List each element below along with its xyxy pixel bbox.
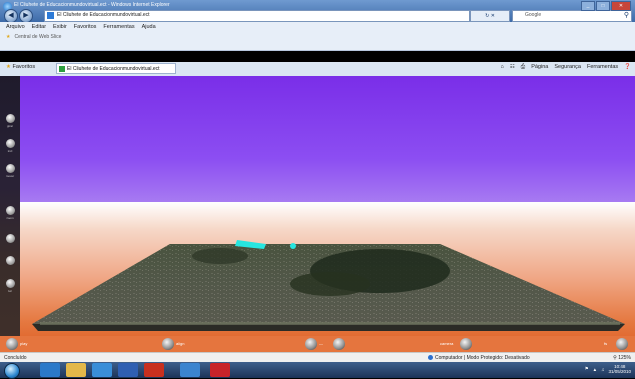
- menu-list: Arquivo Editar Exibir Favoritos Ferramen…: [6, 24, 156, 30]
- forward-button[interactable]: ▶: [19, 9, 33, 23]
- bottom-control-3-sep: —: [319, 341, 323, 346]
- protected-mode-status[interactable]: Computador | Modo Protegido: Desativado: [428, 355, 530, 361]
- bottom-control-2-label: align: [176, 341, 185, 346]
- feeds-icon[interactable]: ☷: [510, 64, 515, 71]
- favorites-label: Favoritos: [12, 64, 36, 70]
- suggested-sites[interactable]: ★ Central de Web Slice: [6, 34, 61, 40]
- light-label: luz: [8, 289, 12, 293]
- status-text: Concluído: [4, 355, 27, 361]
- zoom-text: 125%: [618, 355, 631, 361]
- tilt-label: incl: [7, 149, 13, 153]
- security-menu[interactable]: Segurança: [554, 64, 581, 71]
- terrain-edge: [32, 324, 625, 331]
- menu-editar[interactable]: Editar: [32, 24, 46, 30]
- bottom-control-1-label: play: [20, 341, 28, 346]
- back-button[interactable]: ◀: [4, 9, 18, 23]
- star-icon: ★: [6, 34, 11, 40]
- bottom-control-3a[interactable]: [305, 338, 317, 350]
- move-label: mover: [5, 174, 15, 178]
- rotate-control[interactable]: [6, 114, 15, 123]
- window-controls: _ □ ✕: [581, 1, 631, 11]
- favorites-bar: ★ Favoritos El Cliuhete de Educacionmund…: [0, 62, 635, 77]
- zoom-label: zoom: [6, 216, 14, 220]
- forest-area-3: [192, 248, 248, 264]
- bottom-control-4-label: camera: [440, 341, 454, 346]
- tab-favicon: [59, 66, 65, 72]
- search-box[interactable]: Google ⚲: [512, 10, 632, 22]
- bottom-control-2[interactable]: [162, 338, 174, 350]
- menu-exibir[interactable]: Exibir: [53, 24, 67, 30]
- terrain-map[interactable]: [0, 76, 635, 352]
- system-tray: ⚑ ▲ ♫ 10:48 31/05/2010: [585, 364, 631, 374]
- view-control-1[interactable]: [6, 234, 15, 243]
- map-credit-strip: [40, 322, 620, 325]
- zoom-level[interactable]: ⚲ 125%: [613, 355, 631, 361]
- menu-ferramentas[interactable]: Ferramentas: [103, 24, 134, 30]
- search-icon[interactable]: ⚲: [624, 11, 629, 19]
- taskbar-app-word[interactable]: [118, 363, 138, 377]
- move-control[interactable]: [6, 164, 15, 173]
- taskbar: ⚑ ▲ ♫ 10:48 31/05/2010: [0, 362, 635, 379]
- maximize-button[interactable]: □: [596, 1, 610, 11]
- computer-icon: [428, 355, 433, 361]
- favorites-star-icon: ★: [6, 64, 11, 70]
- home-icon[interactable]: ⌂: [501, 64, 504, 71]
- flag-icon[interactable]: ⚑: [585, 366, 589, 372]
- tilt-control[interactable]: [6, 139, 15, 148]
- command-bar: ⌂ ☷ ⎙ Página Segurança Ferramentas ❓: [501, 64, 631, 71]
- zoom-icon: ⚲: [613, 355, 617, 361]
- print-icon[interactable]: ⎙: [521, 64, 525, 71]
- taskbar-app-ie-active[interactable]: [180, 363, 200, 377]
- taskbar-app-folder[interactable]: [66, 363, 86, 377]
- suggestion-text: Central de Web Slice: [14, 34, 62, 40]
- view-control-3[interactable]: [6, 279, 15, 288]
- left-control-strip: girar incl mover zoom luz: [0, 76, 20, 352]
- address-url: El Cliuhete de Educacionmundovirtual.ect: [57, 12, 150, 18]
- tab-title: El Cliuhete de Educacionmundovirtual.ect: [67, 66, 160, 72]
- cyan-marker-2[interactable]: [290, 243, 296, 249]
- taskbar-app-mcafee[interactable]: [210, 363, 230, 377]
- address-tools[interactable]: ↻ ✕: [470, 10, 510, 22]
- address-bar[interactable]: El Cliuhete de Educacionmundovirtual.ect: [44, 10, 470, 22]
- close-button[interactable]: ✕: [611, 1, 631, 11]
- tools-menu[interactable]: Ferramentas: [587, 64, 618, 71]
- bottom-control-4[interactable]: [460, 338, 472, 350]
- clock-date: 31/05/2010: [608, 369, 631, 374]
- bottom-control-1[interactable]: [6, 338, 18, 350]
- browser-tab[interactable]: El Cliuhete de Educacionmundovirtual.ect: [56, 63, 176, 74]
- minimize-button[interactable]: _: [581, 1, 595, 11]
- view-control-2[interactable]: [6, 256, 15, 265]
- taskbar-app-acrobat[interactable]: [144, 363, 164, 377]
- window-title: El Cliuhete de Educacionmundovirtual.ect…: [14, 2, 170, 8]
- page-menu[interactable]: Página: [531, 64, 548, 71]
- forest-area-2: [290, 272, 370, 296]
- menu-arquivo[interactable]: Arquivo: [6, 24, 25, 30]
- rotate-label: girar: [6, 124, 13, 128]
- bottom-control-bar: play align — camera fs: [0, 336, 635, 352]
- clock[interactable]: 10:48 31/05/2010: [608, 364, 631, 374]
- mode-text: Computador | Modo Protegido: Desativado: [435, 355, 530, 361]
- start-button[interactable]: [4, 363, 20, 379]
- taskbar-app-ie[interactable]: [40, 363, 60, 377]
- window-title-bar: El Cliuhete de Educacionmundovirtual.ect…: [0, 0, 635, 23]
- favorites-button[interactable]: ★ Favoritos: [6, 64, 35, 70]
- page-icon: [47, 12, 54, 19]
- volume-icon[interactable]: ♫: [601, 367, 604, 372]
- network-icon[interactable]: ▲: [593, 367, 597, 372]
- menu-favoritos[interactable]: Favoritos: [74, 24, 97, 30]
- menu-bar: Arquivo Editar Exibir Favoritos Ferramen…: [0, 22, 635, 51]
- zoom-in-control[interactable]: [6, 206, 15, 215]
- bottom-control-5[interactable]: [616, 338, 628, 350]
- search-placeholder: Google: [525, 12, 542, 18]
- help-icon[interactable]: ❓: [624, 64, 631, 71]
- bottom-control-5-label: fs: [604, 341, 608, 346]
- bottom-control-3b[interactable]: [333, 338, 345, 350]
- 3d-viewport[interactable]: girar incl mover zoom luz: [0, 76, 635, 352]
- menu-ajuda[interactable]: Ajuda: [142, 24, 156, 30]
- taskbar-app-media[interactable]: [92, 363, 112, 377]
